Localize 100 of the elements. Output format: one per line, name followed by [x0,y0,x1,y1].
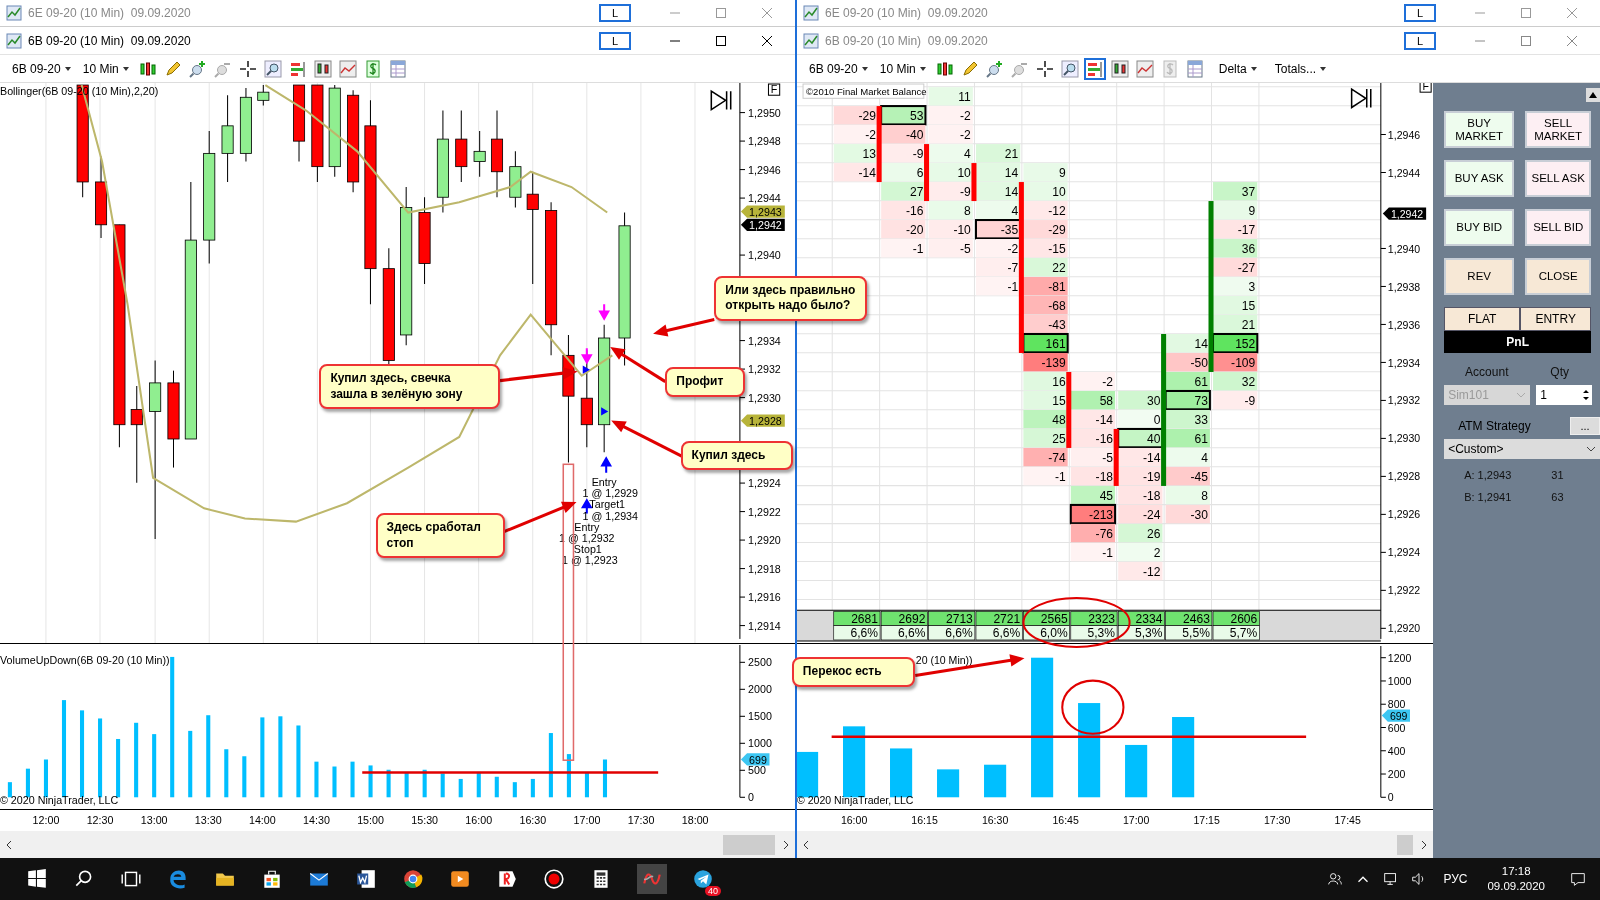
axis-label: 200 [1387,768,1406,781]
pencil-icon[interactable] [163,59,182,78]
field-label: Account [1465,365,1509,379]
volume-bar [494,776,499,798]
line-chart-icon[interactable] [1135,59,1154,78]
volume-bar [25,768,30,798]
link-button[interactable]: L [1404,31,1436,50]
candlestick-icon[interactable] [313,59,332,78]
price-marker: 1,2928 [740,414,785,427]
axis-label: 1000 [1387,674,1412,688]
footprint-icon[interactable] [288,59,307,78]
footprint-cell: -43 [1023,315,1068,334]
order-button[interactable]: BUY BID [1444,209,1515,246]
line-chart-icon[interactable] [338,59,357,78]
browser-icon[interactable] [402,868,424,890]
axis-label: 1000 [748,737,772,750]
order-button[interactable]: SELL MARKET [1525,111,1592,148]
crosshair-icon[interactable] [1035,59,1054,78]
volume-marker: 699 [740,753,770,766]
scrollbar[interactable] [797,831,1434,858]
scroll-left-icon[interactable] [801,839,811,850]
scroll-thumb[interactable] [1397,834,1414,855]
axis-label: 0 [1387,791,1394,804]
footprint-cell: -5 [928,239,973,258]
time-label: 16:00 [840,813,868,826]
flag-button[interactable]: F [767,83,781,96]
spinner-icon[interactable] [1582,388,1591,402]
footprint-icon[interactable] [1085,59,1104,78]
windows-icon[interactable] [26,868,48,890]
atm-button[interactable]: ... [1570,417,1600,435]
order-label: 1 @ 1,2934 [582,509,639,522]
scroll-up-icon[interactable] [1586,87,1600,103]
volume-bar [548,733,553,798]
order-button[interactable]: BUY ASK [1444,160,1515,197]
time-label: 14:30 [303,813,330,826]
quote-price: A: 1,2943 [1464,469,1512,481]
price-label: 1,2950 [748,106,781,119]
browser-icon[interactable] [496,868,518,890]
record-icon[interactable] [543,868,565,890]
scroll-right-icon[interactable] [781,839,791,850]
paper-plane-icon[interactable] [692,868,714,890]
time-label: 16:15 [911,813,938,826]
zoom-in-icon[interactable] [188,59,207,78]
volume-bar [984,764,1007,798]
footprint-cell: 14 [975,182,1021,201]
play-end-icon[interactable] [1350,87,1372,109]
pencil-icon[interactable] [960,59,979,78]
interval-dropdown[interactable]: 10 Min [875,61,931,76]
interval-dropdown[interactable]: 10 Min [78,61,134,76]
money-icon[interactable] [363,59,382,78]
candlestick-icon[interactable] [1110,59,1129,78]
quantity-field[interactable]: 1 [1536,385,1593,405]
volume-bar [937,769,960,798]
caret-icon [63,64,72,73]
price-label: 1,2916 [748,591,781,604]
media-player-icon[interactable] [449,868,471,890]
time-label: 15:30 [411,813,439,826]
order-button[interactable]: BUY MARKET [1444,111,1515,148]
price-label: 1,2924 [748,477,781,490]
instrument-dropdown[interactable]: 6B 09-20 [8,61,76,76]
search-icon[interactable] [1060,59,1079,78]
order-button[interactable]: SELL BID [1525,209,1592,246]
link-button[interactable]: L [1404,4,1436,22]
candlestick-icon[interactable] [935,59,954,78]
zoom-in-icon[interactable] [985,59,1004,78]
order-button[interactable]: CLOSE [1525,258,1592,295]
total-cell: 2334 [1117,611,1165,627]
copyright-text: © 2020 NinjaTrader, LLC [0,794,119,807]
volume-bar [530,778,535,798]
link-button[interactable]: L [599,4,631,22]
search-icon[interactable] [263,59,282,78]
callout: Купил здесь [680,440,793,471]
scroll-left-icon[interactable] [4,839,14,850]
order-button[interactable]: SELL ASK [1525,160,1592,197]
order-button[interactable]: REV [1444,258,1515,295]
time-label: 16:45 [1052,813,1079,826]
notification-icon[interactable] [1569,870,1587,888]
document-icon[interactable] [355,868,377,890]
volume-bar [512,782,517,798]
scrollbar[interactable] [0,831,795,858]
position-cell: FLAT [1444,307,1521,331]
flag-button[interactable]: F [1419,83,1432,93]
play-end-icon[interactable] [710,89,732,111]
link-button[interactable]: L [599,31,631,50]
crosshair-icon[interactable] [238,59,257,78]
language-indicator[interactable]: РУС [1443,872,1468,886]
shopping-bag-icon[interactable] [261,868,283,890]
footprint-cell: -81 [1023,277,1068,296]
toolbar-menu[interactable]: Totals... [1270,61,1332,76]
axis-label: 1200 [1387,651,1412,664]
candlestick-icon[interactable] [138,59,157,78]
instrument-dropdown[interactable]: 6B 09-20 [805,61,873,76]
footprint-cell: -35 [974,219,1022,240]
price-marker: 1,2942 [1382,207,1427,220]
clock-time[interactable]: 17:18 [1501,864,1531,879]
arrow [611,420,683,458]
clock-date[interactable]: 09.09.2020 [1487,879,1545,894]
toolbar-menu[interactable]: Delta [1214,61,1262,76]
scroll-thumb[interactable] [723,834,775,855]
atm-strategy-dropdown[interactable]: <Custom> [1444,439,1600,459]
